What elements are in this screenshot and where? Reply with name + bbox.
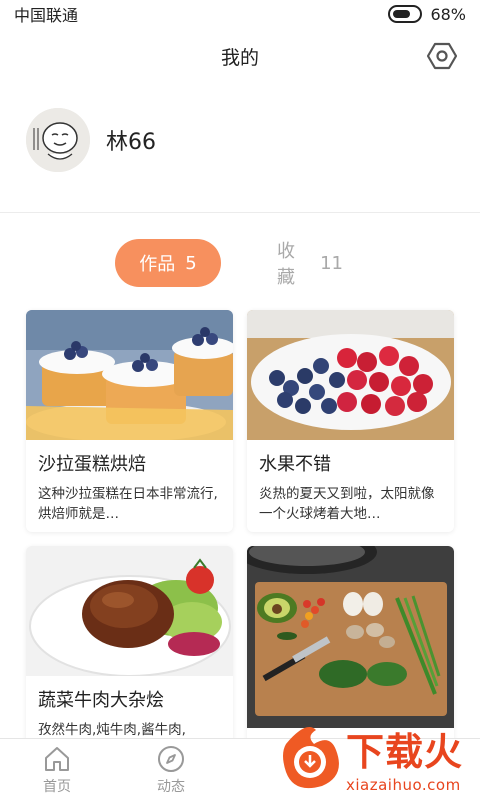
tab-favorites-count: 11 [320, 252, 343, 274]
carrier-name: 中国联通 [14, 6, 79, 25]
tab-works[interactable]: 作品 5 [115, 239, 221, 287]
content-tabs: 作品 5 收藏 11 [0, 238, 480, 288]
page-title: 我的 [220, 46, 259, 69]
tab-favorites[interactable]: 收藏 11 [255, 239, 365, 288]
divider [0, 212, 480, 213]
card-title: 蔬菜牛肉大杂烩 [38, 690, 164, 711]
recipe-card[interactable]: 水果不错 炎热的夏天又到啦，太阳就像一个火球烤着大地… [247, 310, 454, 532]
profile-section[interactable]: 林66 [26, 108, 156, 172]
compass-icon [158, 745, 184, 772]
berries-plate-image [247, 310, 454, 440]
avatar[interactable] [26, 108, 90, 172]
header: 我的 [0, 28, 480, 84]
card-description: 这种沙拉蛋糕在日本非常流行,烘焙师就是… [38, 486, 218, 522]
vegetables-cutting-board-image [247, 546, 454, 728]
recipe-card[interactable]: 沙拉蛋糕烘焙 这种沙拉蛋糕在日本非常流行,烘焙师就是… [26, 310, 233, 532]
nav-home-label: 首页 [43, 778, 71, 795]
card-description: 炎热的夏天又到啦，太阳就像一个火球烤着大地… [259, 486, 435, 522]
card-description: 孜然牛肉,炖牛肉,酱牛肉, [38, 722, 186, 738]
tab-favorites-label: 收藏 [277, 241, 295, 288]
battery-indicator: 68% [388, 5, 466, 24]
tab-works-label: 作品 [139, 254, 176, 275]
nav-feed[interactable]: 动态 [114, 739, 228, 800]
battery-icon [388, 5, 423, 23]
works-grid: 沙拉蛋糕烘焙 这种沙拉蛋糕在日本非常流行,烘焙师就是… 水果不错 炎热的夏天又到… [26, 310, 454, 768]
blueberry-cakes-image [26, 310, 233, 440]
card-title: 沙拉蛋糕烘焙 [38, 454, 146, 475]
watermark: 下载火 xiazaihuo.com [276, 722, 472, 794]
username: 林66 [106, 130, 156, 155]
recipe-card[interactable]: 蔬菜牛肉大杂烩 孜然牛肉,炖牛肉,酱牛肉, [26, 546, 233, 768]
watermark-url: xiazaihuo.com [346, 775, 461, 794]
battery-percent: 68% [430, 4, 466, 24]
watermark-text: 下载火 [346, 729, 464, 774]
nav-home[interactable]: 首页 [0, 739, 114, 800]
hexagon-settings-icon [427, 42, 457, 70]
settings-button[interactable] [426, 40, 458, 72]
nav-feed-label: 动态 [157, 778, 185, 795]
beef-salad-bowl-image [26, 546, 233, 676]
home-icon [45, 746, 69, 771]
card-title: 水果不错 [259, 454, 331, 475]
tab-works-count: 5 [185, 252, 197, 274]
avatar-cartoon-face [26, 108, 90, 172]
flame-logo-icon [283, 727, 339, 789]
status-bar: 中国联通 68% [0, 0, 480, 28]
